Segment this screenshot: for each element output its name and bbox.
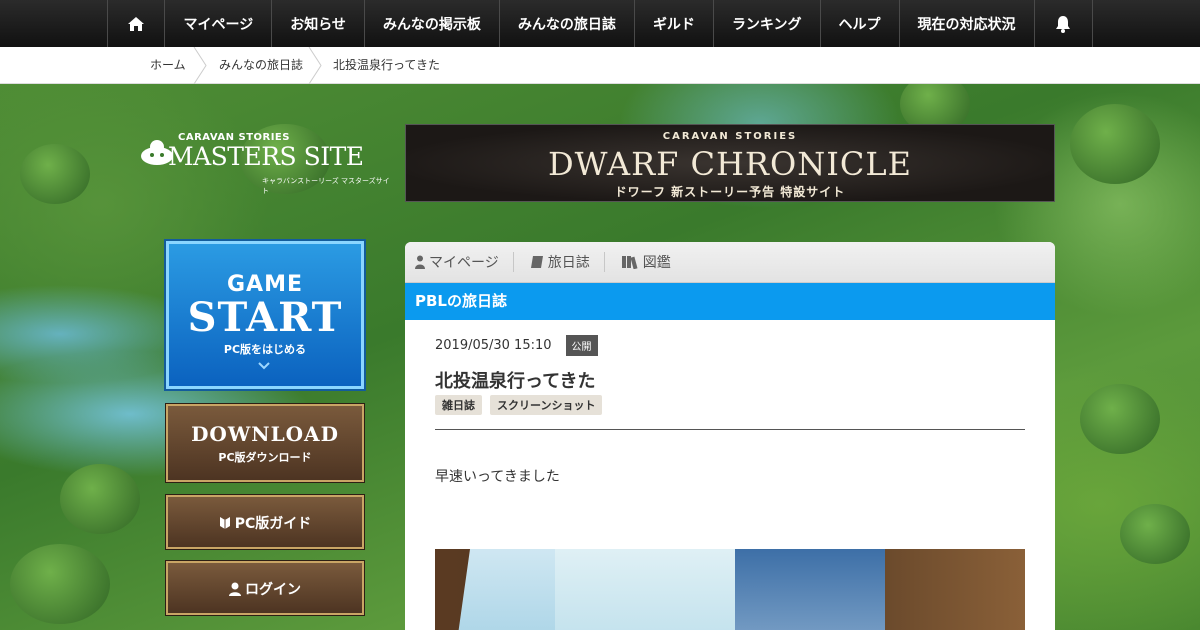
nav-ranking[interactable]: ランキング bbox=[712, 0, 820, 47]
download-sub-label: PC版ダウンロード bbox=[218, 451, 312, 464]
post-body: 早速いってきました bbox=[435, 469, 560, 485]
breadcrumb-home[interactable]: ホーム bbox=[150, 47, 186, 84]
banner-headline: DWARF CHRONICLE bbox=[548, 145, 912, 183]
divider bbox=[435, 429, 1025, 430]
download-button[interactable]: DOWNLOAD PC版ダウンロード bbox=[166, 404, 364, 482]
breadcrumb-separator-icon bbox=[308, 47, 322, 84]
nav-status[interactable]: 現在の対応状況 bbox=[898, 0, 1034, 47]
notification-button[interactable] bbox=[1033, 0, 1093, 47]
breadcrumb-journals[interactable]: みんなの旅日誌 bbox=[219, 47, 303, 84]
dwarf-chronicle-banner[interactable]: CARAVAN STORIES DWARF CHRONICLE ドワーフ 新スト… bbox=[405, 124, 1055, 202]
post-title: 北投温泉行ってきた bbox=[435, 371, 596, 392]
nav-guild[interactable]: ギルド bbox=[633, 0, 713, 47]
user-icon bbox=[415, 255, 425, 269]
post-date: 2019/05/30 15:10 bbox=[435, 338, 552, 353]
tab-mypage[interactable]: マイページ bbox=[415, 252, 514, 272]
download-label: DOWNLOAD bbox=[191, 422, 339, 446]
panel-title: PBLの旅日誌 bbox=[405, 283, 1055, 320]
start-pc-label: PC版をはじめる bbox=[223, 343, 307, 356]
chevron-down-icon bbox=[258, 362, 270, 370]
login-label: ログイン bbox=[245, 582, 301, 598]
tab-mypage-label: マイページ bbox=[429, 255, 499, 271]
pc-guide-button[interactable]: PC版ガイド bbox=[166, 495, 364, 549]
nav-journals[interactable]: みんなの旅日誌 bbox=[498, 0, 634, 47]
nav-help[interactable]: ヘルプ bbox=[819, 0, 899, 47]
game-start-button[interactable]: GAME START PC版をはじめる bbox=[166, 241, 364, 389]
breadcrumb-current: 北投温泉行ってきた bbox=[333, 58, 441, 72]
post-meta: 2019/05/30 15:10 公開 bbox=[435, 335, 598, 356]
nav-board[interactable]: みんなの掲示板 bbox=[363, 0, 499, 47]
books-icon bbox=[621, 256, 638, 269]
home-nav-button[interactable] bbox=[107, 0, 164, 47]
tag-chip[interactable]: 雑日誌 bbox=[435, 395, 482, 415]
post-tags: 雑日誌 スクリーンショット bbox=[435, 395, 603, 415]
tab-encyclopedia[interactable]: 図鑑 bbox=[621, 252, 685, 272]
book-icon bbox=[530, 256, 543, 268]
post-photo[interactable] bbox=[435, 549, 1025, 630]
banner-kicker: CARAVAN STORIES bbox=[662, 131, 798, 142]
user-icon bbox=[229, 582, 241, 596]
home-icon bbox=[128, 16, 145, 31]
logo-subtitle: キャラバンストーリーズ マスターズサイト bbox=[262, 177, 390, 195]
logo-title: MASTERS SITE bbox=[168, 142, 364, 171]
tab-journal[interactable]: 旅日誌 bbox=[530, 252, 605, 272]
nav-news[interactable]: お知らせ bbox=[271, 0, 364, 47]
journal-panel: マイページ 旅日誌 図鑑 PBLの旅日誌 2019/05/30 15:10 公開… bbox=[405, 242, 1055, 630]
tab-journal-label: 旅日誌 bbox=[547, 255, 590, 271]
breadcrumb-separator-icon bbox=[193, 47, 207, 84]
tab-encyclopedia-label: 図鑑 bbox=[642, 255, 671, 271]
start-label: START bbox=[187, 294, 343, 341]
bell-icon bbox=[1056, 15, 1071, 33]
nav-mypage[interactable]: マイページ bbox=[164, 0, 271, 47]
tag-chip[interactable]: スクリーンショット bbox=[490, 395, 603, 415]
banner-subtitle: ドワーフ 新ストーリー予告 特設サイト bbox=[614, 185, 846, 199]
panel-tabs: マイページ 旅日誌 図鑑 bbox=[405, 242, 1055, 283]
masters-site-logo[interactable]: CARAVAN STORIES MASTERS SITE キャラバンストーリーズ… bbox=[140, 130, 390, 195]
beginner-mark-icon bbox=[219, 517, 230, 529]
status-badge: 公開 bbox=[565, 335, 598, 356]
pc-guide-label: PC版ガイド bbox=[234, 516, 312, 532]
breadcrumb: ホーム みんなの旅日誌 北投温泉行ってきた bbox=[0, 47, 1200, 84]
login-button[interactable]: ログイン bbox=[166, 561, 364, 615]
top-nav: マイページ お知らせ みんなの掲示板 みんなの旅日誌 ギルド ランキング ヘルプ… bbox=[0, 0, 1200, 47]
